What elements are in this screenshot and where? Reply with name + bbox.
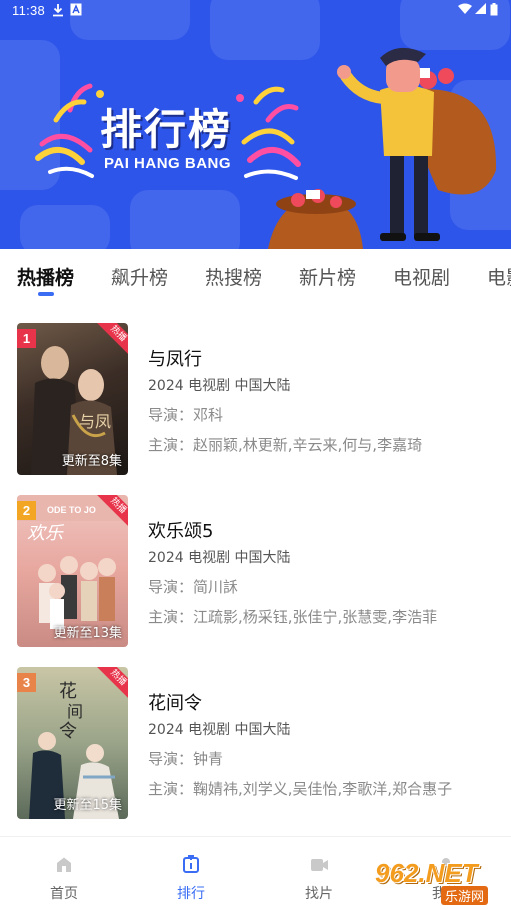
banner-title: 排行榜: [100, 105, 233, 154]
tab-rising[interactable]: 飙升榜: [111, 263, 168, 290]
download-icon: [53, 4, 63, 17]
item-meta: 2024 电视剧 中国大陆: [148, 550, 291, 566]
signal-icon: [475, 3, 486, 14]
item-cast: 主演：鞠婧祎,刘学义,吴佳怡,李歌洋,郑合惠子: [148, 780, 453, 798]
site-watermark: 962.NET 乐游网: [371, 852, 511, 906]
svg-text:欢乐: 欢乐: [27, 523, 65, 544]
tab-movie[interactable]: 电影: [487, 263, 511, 290]
svg-text:花: 花: [59, 681, 77, 702]
status-time: 11:38: [12, 3, 46, 18]
rank-badge: 2: [17, 501, 36, 520]
nav-find-label: 找片: [305, 886, 333, 902]
item-title[interactable]: 花间令: [148, 689, 202, 715]
nav-find[interactable]: 找片: [279, 837, 359, 910]
active-tab-indicator: [38, 292, 54, 296]
watermark-main: 962.NET: [375, 858, 478, 888]
update-status: 更新至13集: [53, 626, 122, 641]
a-notification-icon: [70, 3, 82, 16]
svg-text:间: 间: [67, 702, 83, 721]
svg-text:ODE TO JO: ODE TO JO: [47, 505, 96, 515]
svg-text:与凤: 与凤: [79, 412, 111, 431]
tab-tv-series[interactable]: 电视剧: [393, 263, 450, 290]
ranking-tabs: 热播榜 飙升榜 热搜榜 新片榜 电视剧 电影: [0, 249, 511, 301]
battery-icon: [490, 3, 498, 16]
svg-text:令: 令: [59, 721, 77, 742]
tab-hot-search[interactable]: 热搜榜: [205, 263, 262, 290]
nav-ranking[interactable]: 排行: [151, 837, 231, 910]
item-title[interactable]: 与凤行: [148, 345, 202, 371]
update-status: 更新至15集: [53, 798, 122, 813]
poster-image[interactable]: ODE TO JO 欢乐 2 热播 更新至13集: [17, 495, 128, 647]
rank-badge: 1: [17, 329, 36, 348]
item-director: 导演：简川訸: [148, 578, 239, 596]
character-illustration-icon: [268, 47, 497, 249]
item-title[interactable]: 欢乐颂5: [148, 517, 213, 543]
update-status: 更新至8集: [61, 454, 122, 469]
ranking-banner: 11:38 排行榜 PAI HANG BANG: [0, 0, 511, 249]
banner-decoration: [20, 205, 110, 249]
item-cast: 主演：赵丽颖,林更新,辛云来,何与,李嘉琦: [148, 436, 423, 454]
list-item[interactable]: 花 间 令 3 热播 更新至15集 花间令 2024 电视剧 中国大陆 导演：钟…: [0, 667, 511, 827]
item-cast: 主演：江疏影,杨采钰,张佳宁,张慧雯,李浩菲: [148, 608, 438, 626]
item-meta: 2024 电视剧 中国大陆: [148, 378, 291, 394]
nav-home[interactable]: 首页: [24, 837, 104, 910]
nav-home-label: 首页: [50, 886, 78, 902]
ranking-icon: [183, 855, 199, 873]
item-director: 导演：邓科: [148, 406, 224, 424]
wifi-icon: [458, 3, 472, 14]
tab-new-release[interactable]: 新片榜: [299, 263, 356, 290]
rank-badge: 3: [17, 673, 36, 692]
banner-decoration: [130, 190, 240, 249]
watermark-sub: 乐游网: [441, 886, 489, 905]
nav-ranking-label: 排行: [177, 886, 205, 902]
poster-image[interactable]: 花 间 令 3 热播 更新至15集: [17, 667, 128, 819]
item-director: 导演：钟青: [148, 750, 224, 768]
list-item[interactable]: 与凤 1 热播 更新至8集 与凤行 2024 电视剧 中国大陆 导演：邓科 主演…: [0, 323, 511, 483]
item-meta: 2024 电视剧 中国大陆: [148, 722, 291, 738]
home-icon: [57, 857, 71, 872]
poster-image[interactable]: 与凤 1 热播 更新至8集: [17, 323, 128, 475]
list-item[interactable]: ODE TO JO 欢乐 2 热播 更新至13集 欢乐颂5 2024 电视剧 中…: [0, 495, 511, 655]
banner-subtitle: PAI HANG BANG: [104, 155, 232, 172]
video-icon: [311, 859, 328, 871]
tab-hot-play[interactable]: 热播榜: [17, 263, 74, 290]
status-bar: 11:38: [0, 0, 511, 22]
